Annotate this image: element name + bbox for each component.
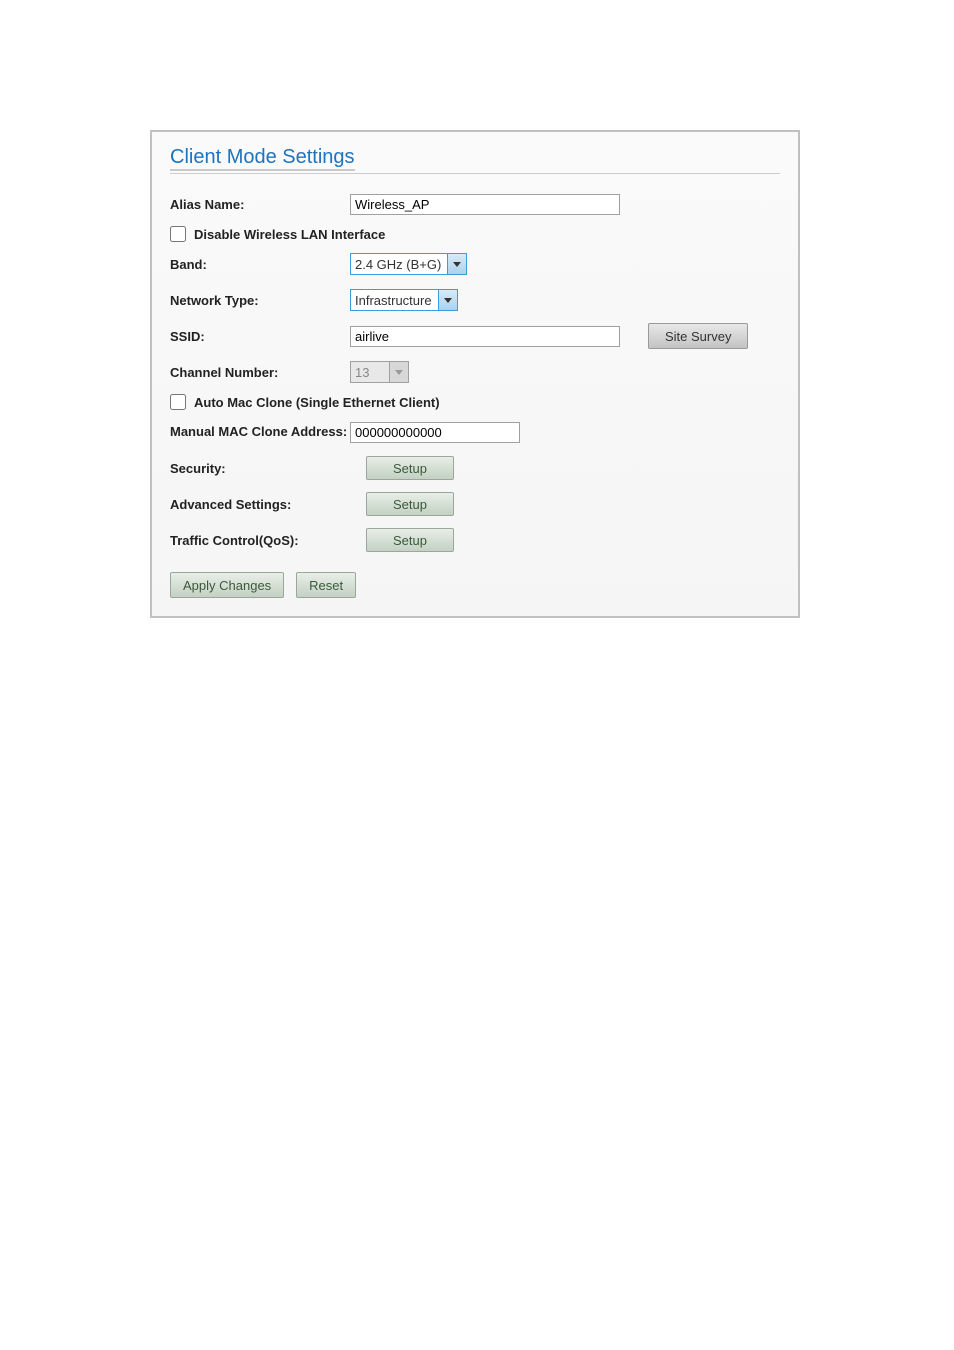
row-security: Security: Setup bbox=[170, 454, 780, 482]
apply-changes-button[interactable]: Apply Changes bbox=[170, 572, 284, 598]
label-ssid: SSID: bbox=[170, 329, 350, 344]
label-qos: Traffic Control(QoS): bbox=[170, 533, 350, 548]
row-alias-name: Alias Name: bbox=[170, 190, 780, 218]
label-security: Security: bbox=[170, 461, 350, 476]
row-advanced: Advanced Settings: Setup bbox=[170, 490, 780, 518]
row-ssid: SSID: Site Survey bbox=[170, 322, 780, 350]
title-divider bbox=[170, 173, 780, 174]
dropdown-icon bbox=[389, 362, 408, 382]
auto-mac-clone-checkbox[interactable] bbox=[170, 394, 186, 410]
page-title: Client Mode Settings bbox=[170, 146, 355, 171]
label-manual-mac: Manual MAC Clone Address: bbox=[170, 424, 350, 440]
dropdown-icon bbox=[447, 254, 466, 274]
advanced-setup-button[interactable]: Setup bbox=[366, 492, 454, 516]
label-disable-wlan: Disable Wireless LAN Interface bbox=[194, 227, 385, 242]
manual-mac-input[interactable] bbox=[350, 422, 520, 443]
settings-panel: Client Mode Settings Alias Name: Disable… bbox=[150, 130, 800, 618]
row-auto-mac-clone: Auto Mac Clone (Single Ethernet Client) bbox=[170, 394, 780, 410]
row-band: Band: 2.4 GHz (B+G) bbox=[170, 250, 780, 278]
dropdown-icon bbox=[438, 290, 457, 310]
disable-wlan-checkbox[interactable] bbox=[170, 226, 186, 242]
bottom-actions: Apply Changes Reset bbox=[170, 572, 780, 598]
qos-setup-button[interactable]: Setup bbox=[366, 528, 454, 552]
security-setup-button[interactable]: Setup bbox=[366, 456, 454, 480]
label-alias-name: Alias Name: bbox=[170, 197, 350, 212]
ssid-input[interactable] bbox=[350, 326, 620, 347]
network-type-select-value: Infrastructure bbox=[351, 290, 438, 310]
row-disable-wlan: Disable Wireless LAN Interface bbox=[170, 226, 780, 242]
row-channel-number: Channel Number: 13 bbox=[170, 358, 780, 386]
band-select[interactable]: 2.4 GHz (B+G) bbox=[350, 253, 467, 275]
reset-button[interactable]: Reset bbox=[296, 572, 356, 598]
network-type-select[interactable]: Infrastructure bbox=[350, 289, 458, 311]
site-survey-button[interactable]: Site Survey bbox=[648, 323, 748, 349]
row-qos: Traffic Control(QoS): Setup bbox=[170, 526, 780, 554]
label-channel-number: Channel Number: bbox=[170, 365, 350, 380]
label-auto-mac-clone: Auto Mac Clone (Single Ethernet Client) bbox=[194, 395, 440, 410]
band-select-value: 2.4 GHz (B+G) bbox=[351, 254, 447, 274]
label-advanced: Advanced Settings: bbox=[170, 497, 350, 512]
row-network-type: Network Type: Infrastructure bbox=[170, 286, 780, 314]
label-band: Band: bbox=[170, 257, 350, 272]
channel-number-select-value: 13 bbox=[351, 362, 389, 382]
channel-number-select: 13 bbox=[350, 361, 409, 383]
row-manual-mac: Manual MAC Clone Address: bbox=[170, 418, 780, 446]
alias-name-input[interactable] bbox=[350, 194, 620, 215]
label-network-type: Network Type: bbox=[170, 293, 350, 308]
